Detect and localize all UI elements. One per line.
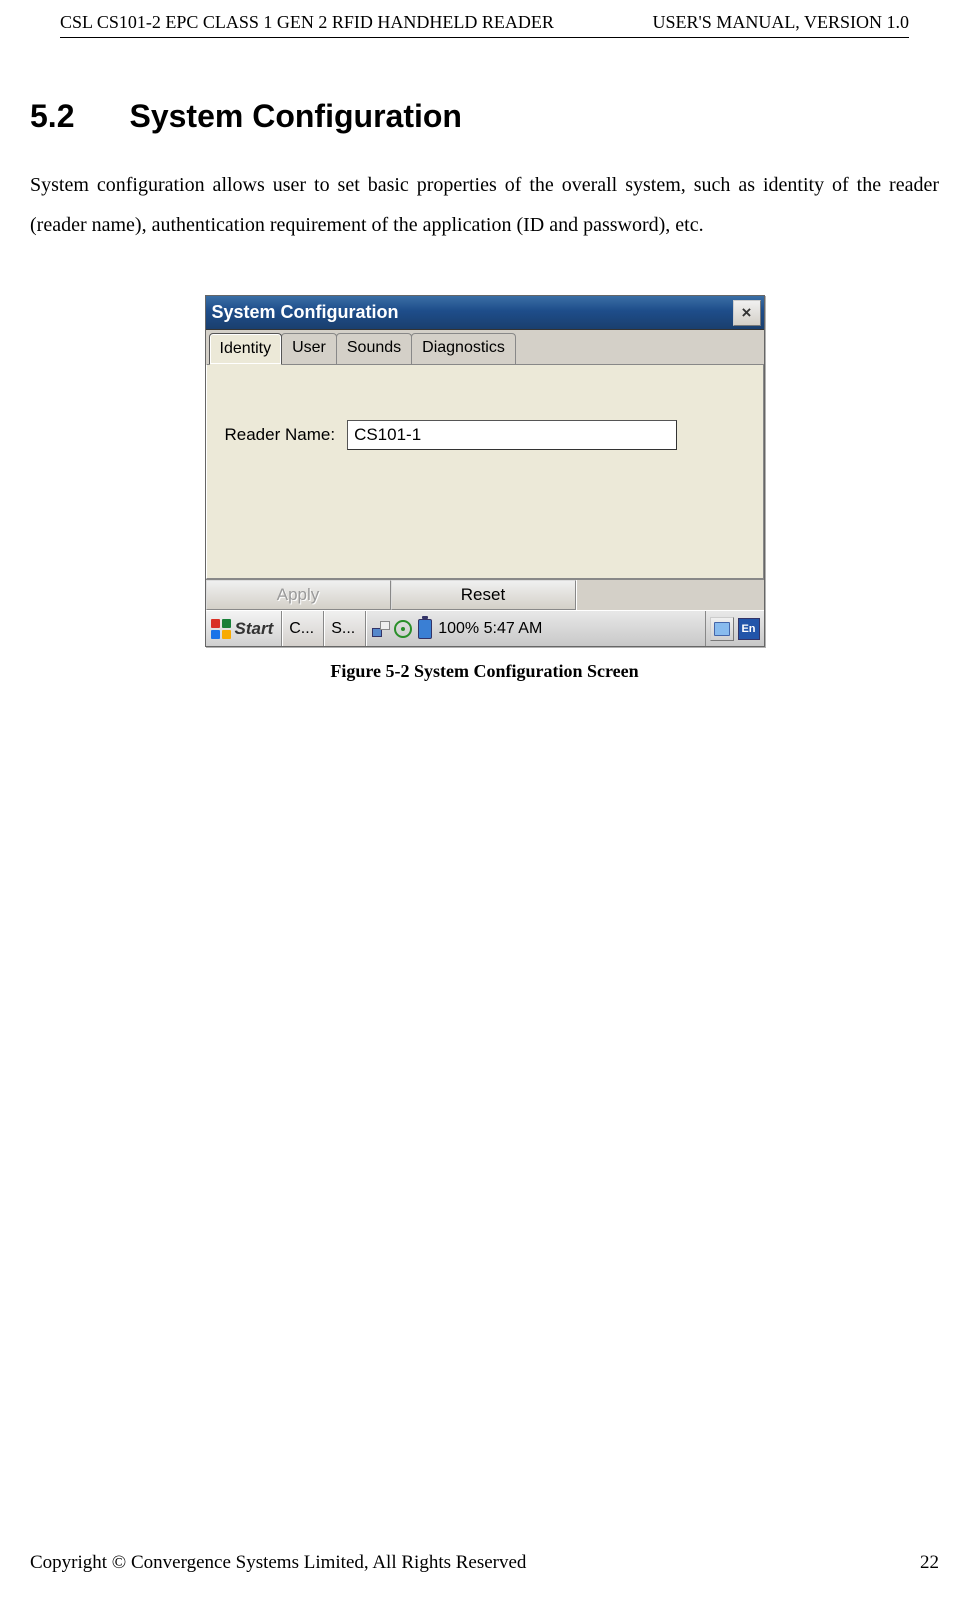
tab-identity[interactable]: Identity — [209, 333, 283, 365]
figure-caption: Figure 5-2 System Configuration Screen — [330, 661, 638, 682]
tab-bar: Identity User Sounds Diagnostics — [206, 330, 764, 365]
button-bar-spacer — [576, 580, 764, 610]
header-right: USER'S MANUAL, VERSION 1.0 — [653, 12, 909, 33]
screenshot-container: System Configuration × Identity User Sou… — [30, 295, 939, 682]
system-tray: 100% 5:47 AM — [366, 611, 704, 646]
system-config-window: System Configuration × Identity User Sou… — [205, 295, 765, 647]
section-heading: 5.2 System Configuration — [30, 98, 939, 135]
copyright-text: Copyright © Convergence Systems Limited,… — [30, 1552, 526, 1574]
close-icon: × — [742, 303, 752, 323]
tab-user[interactable]: User — [281, 333, 337, 365]
tab-diagnostics[interactable]: Diagnostics — [411, 333, 516, 365]
network-icon[interactable] — [372, 620, 390, 638]
page-footer: Copyright © Convergence Systems Limited,… — [30, 1552, 939, 1574]
section-title: System Configuration — [129, 98, 461, 134]
tray-right: En — [705, 611, 764, 646]
start-button[interactable]: Start — [206, 611, 283, 646]
section-number: 5.2 — [30, 98, 74, 135]
button-bar: Apply Reset — [206, 579, 764, 610]
input-language-button[interactable]: En — [738, 618, 760, 640]
header-left: CSL CS101-2 EPC CLASS 1 GEN 2 RFID HANDH… — [60, 12, 554, 33]
reset-button[interactable]: Reset — [391, 580, 576, 610]
page-header: CSL CS101-2 EPC CLASS 1 GEN 2 RFID HANDH… — [60, 0, 909, 38]
body-paragraph: System configuration allows user to set … — [30, 165, 939, 245]
reader-name-input[interactable] — [347, 420, 677, 450]
desktop-icon — [714, 622, 730, 636]
tray-status-text: 100% 5:47 AM — [438, 620, 542, 638]
windows-logo-icon — [210, 618, 232, 640]
window-title: System Configuration — [212, 302, 399, 323]
apply-button[interactable]: Apply — [206, 580, 391, 610]
tab-sounds[interactable]: Sounds — [336, 333, 412, 365]
reader-name-label: Reader Name: — [225, 425, 336, 445]
taskbar: Start C... S... — [206, 610, 764, 646]
window-titlebar: System Configuration × — [206, 296, 764, 330]
battery-icon[interactable] — [416, 620, 434, 638]
wireless-signal-icon[interactable] — [394, 620, 412, 638]
show-desktop-button[interactable] — [710, 617, 734, 641]
taskbar-item-2[interactable]: S... — [324, 611, 366, 646]
page-number: 22 — [920, 1552, 939, 1574]
tab-content-identity: Reader Name: — [206, 364, 764, 579]
taskbar-item-1[interactable]: C... — [282, 611, 324, 646]
close-button[interactable]: × — [733, 300, 761, 326]
reader-name-row: Reader Name: — [225, 420, 745, 450]
